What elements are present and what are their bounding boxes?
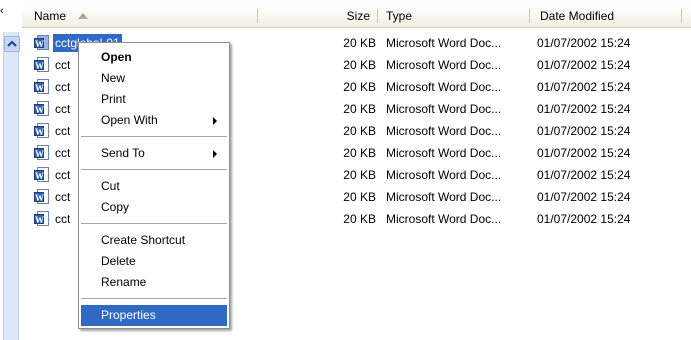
file-size: 20 KB bbox=[343, 80, 376, 94]
word-document-icon: W bbox=[34, 101, 50, 117]
collapse-button[interactable] bbox=[4, 36, 20, 52]
file-size: 20 KB bbox=[343, 58, 376, 72]
menu-separator bbox=[81, 298, 227, 299]
column-header-type-label: Type bbox=[386, 9, 413, 23]
column-header-bar: Name Size Type Date Modified bbox=[22, 5, 691, 28]
menu-item-create-shortcut[interactable]: Create Shortcut bbox=[81, 230, 227, 251]
column-header-date-label: Date Modified bbox=[540, 9, 615, 23]
file-name: cct bbox=[55, 80, 71, 94]
file-name-cell[interactable]: W cct bbox=[34, 188, 72, 206]
task-pane-edge: ‹ bbox=[0, 0, 22, 340]
sort-ascending-arrow-icon bbox=[78, 12, 89, 19]
menu-item-send-to[interactable]: Send To bbox=[81, 143, 227, 164]
file-name-cell[interactable]: W cct bbox=[34, 78, 72, 96]
file-name-cell[interactable]: W cct bbox=[34, 166, 72, 184]
file-name: cct bbox=[55, 190, 71, 204]
word-document-icon: W bbox=[34, 123, 50, 139]
word-document-icon: W bbox=[34, 211, 50, 227]
file-date: 01/07/2002 15:24 bbox=[537, 124, 631, 138]
word-document-icon: W bbox=[34, 167, 50, 183]
menu-item-open[interactable]: Open bbox=[81, 47, 227, 68]
menu-item-new[interactable]: New bbox=[81, 68, 227, 89]
column-header-type[interactable]: Type bbox=[378, 5, 530, 27]
file-size: 20 KB bbox=[343, 102, 376, 116]
file-size: 20 KB bbox=[343, 212, 376, 226]
menu-item-copy[interactable]: Copy bbox=[81, 197, 227, 218]
menu-item-open-with[interactable]: Open With bbox=[81, 110, 227, 131]
menu-item-rename[interactable]: Rename bbox=[81, 272, 227, 293]
file-size: 20 KB bbox=[343, 146, 376, 160]
file-size: 20 KB bbox=[343, 36, 376, 50]
file-type: Microsoft Word Doc... bbox=[386, 124, 502, 138]
column-header-date[interactable]: Date Modified bbox=[530, 5, 682, 27]
file-name-cell[interactable]: W cct bbox=[34, 122, 72, 140]
menu-item-print[interactable]: Print bbox=[81, 89, 227, 110]
file-size: 20 KB bbox=[343, 124, 376, 138]
file-type: Microsoft Word Doc... bbox=[386, 36, 502, 50]
file-date: 01/07/2002 15:24 bbox=[537, 102, 631, 116]
menu-item-send-to-label: Send To bbox=[101, 146, 145, 160]
file-name: cct bbox=[55, 212, 71, 226]
context-menu: Open New Print Open With Send To Cut Cop… bbox=[78, 42, 230, 329]
file-type: Microsoft Word Doc... bbox=[386, 190, 502, 204]
file-size: 20 KB bbox=[343, 168, 376, 182]
file-type: Microsoft Word Doc... bbox=[386, 168, 502, 182]
column-header-name[interactable]: Name bbox=[22, 5, 258, 27]
file-date: 01/07/2002 15:24 bbox=[537, 58, 631, 72]
file-date: 01/07/2002 15:24 bbox=[537, 168, 631, 182]
submenu-arrow-icon bbox=[213, 150, 217, 158]
file-name-cell[interactable]: W cct bbox=[34, 100, 72, 118]
file-type: Microsoft Word Doc... bbox=[386, 212, 502, 226]
column-header-size-label: Size bbox=[346, 9, 370, 23]
file-name-cell[interactable]: W cct bbox=[34, 144, 72, 162]
word-document-icon: W bbox=[34, 145, 50, 161]
column-divider[interactable] bbox=[681, 9, 682, 23]
word-document-icon: W bbox=[34, 57, 50, 73]
column-header-size[interactable]: Size bbox=[258, 5, 378, 27]
file-name-cell[interactable]: W cct bbox=[34, 56, 72, 74]
menu-separator bbox=[81, 169, 227, 170]
word-document-icon: W bbox=[34, 79, 50, 95]
file-name: cct bbox=[55, 58, 71, 72]
file-date: 01/07/2002 15:24 bbox=[537, 212, 631, 226]
submenu-arrow-icon bbox=[213, 117, 217, 125]
file-type: Microsoft Word Doc... bbox=[386, 80, 502, 94]
file-date: 01/07/2002 15:24 bbox=[537, 146, 631, 160]
column-header-name-label: Name bbox=[34, 9, 67, 23]
chevron-up-icon bbox=[7, 40, 17, 47]
file-name: cct bbox=[55, 168, 71, 182]
file-type: Microsoft Word Doc... bbox=[386, 102, 502, 116]
menu-item-delete[interactable]: Delete bbox=[81, 251, 227, 272]
file-type: Microsoft Word Doc... bbox=[386, 58, 502, 72]
file-size: 20 KB bbox=[343, 190, 376, 204]
word-document-icon: W bbox=[34, 35, 50, 51]
menu-separator bbox=[81, 223, 227, 224]
file-date: 01/07/2002 15:24 bbox=[537, 80, 631, 94]
file-name: cct bbox=[55, 102, 71, 116]
file-type: Microsoft Word Doc... bbox=[386, 146, 502, 160]
menu-item-open-with-label: Open With bbox=[101, 113, 158, 127]
file-date: 01/07/2002 15:24 bbox=[537, 36, 631, 50]
file-name-cell[interactable]: W cct bbox=[34, 210, 72, 228]
task-pane-bar bbox=[3, 32, 19, 340]
menu-item-cut[interactable]: Cut bbox=[81, 176, 227, 197]
file-name: cct bbox=[55, 124, 71, 138]
corner-glyph: ‹ bbox=[0, 5, 4, 17]
menu-item-properties[interactable]: Properties bbox=[81, 305, 227, 326]
file-name: cct bbox=[55, 146, 71, 160]
word-document-icon: W bbox=[34, 189, 50, 205]
file-date: 01/07/2002 15:24 bbox=[537, 190, 631, 204]
menu-separator bbox=[81, 136, 227, 137]
